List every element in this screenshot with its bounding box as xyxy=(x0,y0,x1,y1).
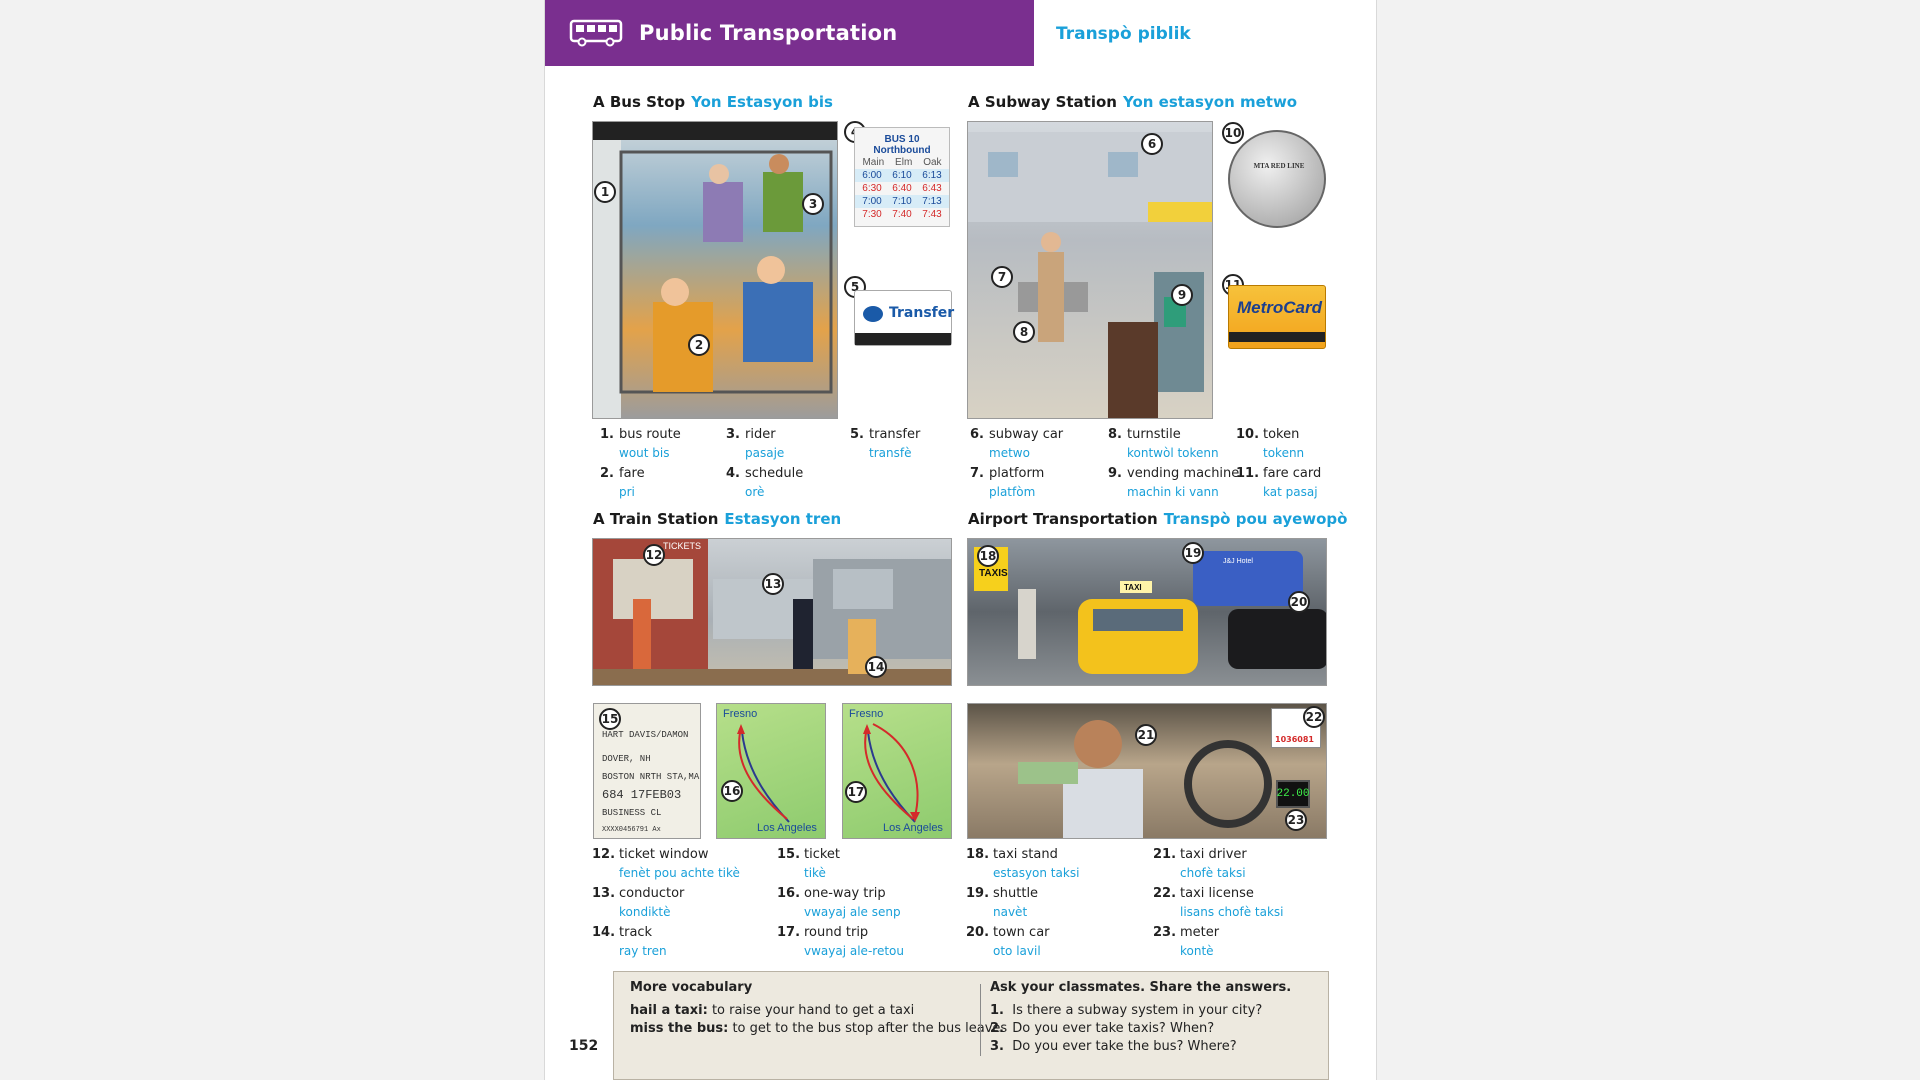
page-number: 152 xyxy=(569,1038,599,1054)
taxi-roof-sign: TAXI xyxy=(1124,583,1142,592)
ticket-line: BOSTON NRTH STA,MA xyxy=(602,772,700,782)
schedule-row: 7:30 7:40 7:43 xyxy=(862,209,942,220)
ticket-line: 684 17FEB03 xyxy=(602,788,682,802)
round-trip-arrows-icon xyxy=(863,723,920,823)
mta-logo-icon xyxy=(863,306,883,322)
callout-10: 10 xyxy=(1222,122,1244,144)
tickets-sign: TICKETS xyxy=(663,541,701,551)
callout-12: 12 xyxy=(643,544,665,566)
route-arrow-icon xyxy=(737,724,790,823)
section-title-subway: A Subway Station Yon estasyon metwo xyxy=(968,93,1298,111)
transfer-label: Transfer xyxy=(889,305,955,321)
schedule-col-main: Main xyxy=(862,157,885,168)
callout-21: 21 xyxy=(1135,724,1157,746)
callout-9: 9 xyxy=(1171,284,1193,306)
schedule-row: 6:00 6:10 6:13 xyxy=(855,169,949,182)
callout-18: 18 xyxy=(977,545,999,567)
metrocard: MetroCard xyxy=(1228,285,1326,349)
subway-token: MTA RED LINE xyxy=(1228,130,1326,228)
magnetic-strip xyxy=(855,333,951,345)
callout-19: 19 xyxy=(1182,542,1204,564)
page-title: Public Transportation xyxy=(639,21,898,45)
callout-2: 2 xyxy=(688,334,710,356)
section-title-bus-stop: A Bus Stop Yon Estasyon bis xyxy=(593,93,833,111)
ticket-line: XXXX0456791 Ax xyxy=(602,826,661,834)
round-trip-map: Fresno Los Angeles xyxy=(842,703,952,839)
ticket-line: HART DAVIS/DAMON xyxy=(602,730,689,740)
callout-14: 14 xyxy=(865,656,887,678)
taxi-meter: 22.00 xyxy=(1276,780,1310,808)
one-way-trip-map: Fresno Los Angeles xyxy=(716,703,826,839)
token-text: MTA RED LINE xyxy=(1253,162,1305,170)
metrocard-strip xyxy=(1229,332,1325,342)
schedule-title: BUS 10 Northbound xyxy=(873,134,931,156)
bus-stop-illustration xyxy=(592,121,838,419)
callout-7: 7 xyxy=(991,266,1013,288)
callout-22: 22 xyxy=(1303,706,1325,728)
callout-23: 23 xyxy=(1285,809,1307,831)
schedule-col-elm: Elm xyxy=(895,157,913,168)
ticket-line: DOVER, NH xyxy=(602,754,651,764)
callout-15: 15 xyxy=(599,708,621,730)
callout-1: 1 xyxy=(594,181,616,203)
callout-6: 6 xyxy=(1141,133,1163,155)
callout-3: 3 xyxy=(802,193,824,215)
airport-transportation-illustration: TAXIS TAXI J&J Hotel xyxy=(967,538,1327,686)
hotel-sign: J&J Hotel xyxy=(1223,558,1253,565)
callout-13: 13 xyxy=(762,573,784,595)
page-subtitle: Transpò piblik xyxy=(1056,24,1191,44)
schedule-row: 6:30 6:40 6:43 xyxy=(862,183,942,194)
schedule-header-row: Main Elm Oak xyxy=(855,156,949,169)
callout-16: 16 xyxy=(721,780,743,802)
bus-icon xyxy=(569,19,623,47)
metrocard-label: MetroCard xyxy=(1237,298,1323,317)
schedule-col-oak: Oak xyxy=(923,157,942,168)
ticket-line: BUSINESS CL xyxy=(602,808,662,818)
callout-20: 20 xyxy=(1288,591,1310,613)
section-title-train: A Train Station Estasyon tren xyxy=(593,510,842,528)
header-band: Public Transportation xyxy=(545,0,1034,66)
callout-17: 17 xyxy=(845,781,867,803)
license-number: 1036081 xyxy=(1275,735,1314,744)
bus-schedule: BUS 10 Northbound Main Elm Oak 6:00 6:10 6… xyxy=(854,127,950,227)
taxis-sign: TAXIS xyxy=(979,568,1008,579)
schedule-row: 7:00 7:10 7:13 xyxy=(855,195,949,208)
section-title-airport: Airport Transportation Transpò pou ayewop… xyxy=(968,510,1348,528)
transfer-card: Transfer xyxy=(854,290,955,346)
callout-8: 8 xyxy=(1013,321,1035,343)
